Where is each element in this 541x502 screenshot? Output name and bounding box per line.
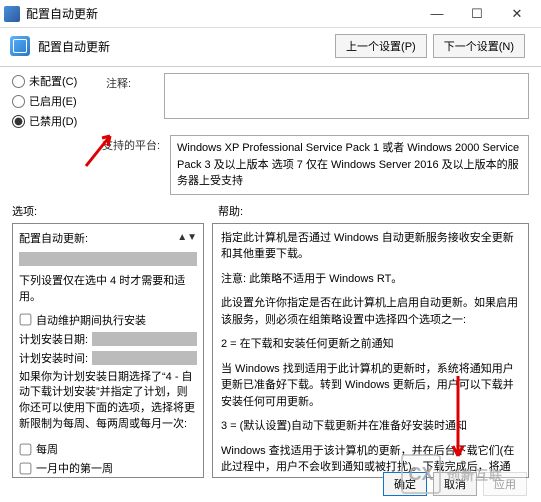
radio-disabled-input[interactable] [12,115,25,128]
maximize-button[interactable]: ☐ [457,1,497,27]
install-time-label: 计划安装时间: [19,350,88,366]
app-icon [4,6,20,22]
first-week-label: 一月中的第一周 [36,460,113,476]
install-day-dropdown[interactable] [92,332,197,346]
maintenance-label: 自动维护期间执行安装 [36,312,146,328]
radio-not-configured[interactable]: 未配置(C) [12,73,94,89]
apply-button[interactable]: 应用 [483,472,527,496]
ok-button[interactable]: 确定 [383,472,427,496]
options-long-note: 如果你为计划安装日期选择了“4 - 自动下载计划安装”并指定了计划，则你还可以使… [19,370,197,434]
maintenance-row[interactable]: 自动维护期间执行安装 [19,312,197,328]
maintenance-checkbox[interactable] [20,314,32,326]
supported-platforms: Windows XP Professional Service Pack 1 或… [170,135,529,195]
close-button[interactable]: ✕ [497,1,537,27]
first-week-row[interactable]: 一月中的第一周 [19,460,197,476]
prev-setting-button[interactable]: 上一个设置(P) [335,34,427,58]
page-title: 配置自动更新 [38,38,335,55]
options-caption: 配置自动更新: [19,230,88,246]
help-p6: 3 = (默认设置)自动下载更新并在准备好安装时通知 [221,418,520,435]
radio-enabled-input[interactable] [12,95,25,108]
minimize-button[interactable]: — [417,1,457,27]
help-p2: 注意: 此策略不适用于 Windows RT。 [221,271,520,288]
comment-label: 注释: [106,73,152,91]
radio-disabled-label: 已禁用(D) [29,113,77,129]
radio-enabled[interactable]: 已启用(E) [12,93,94,109]
radio-not-configured-input[interactable] [12,75,25,88]
help-p3: 此设置允许你指定是否在此计算机上启用自动更新。如果启用该服务，则必须在组策略设置… [221,295,520,328]
radio-not-configured-label: 未配置(C) [29,73,77,89]
weekly-checkbox[interactable] [20,443,32,455]
radio-enabled-label: 已启用(E) [29,93,77,109]
cancel-button[interactable]: 取消 [433,472,477,496]
comment-field[interactable] [164,73,529,119]
options-label: 选项: [12,203,210,219]
settings-icon [10,36,30,56]
help-label: 帮助: [218,203,243,219]
weekly-row[interactable]: 每周 [19,441,197,457]
help-p1: 指定此计算机是否通过 Windows 自动更新服务接收安全更新和其他重要下载。 [221,230,520,263]
help-p4: 2 = 在下载和安装任何更新之前通知 [221,336,520,353]
install-day-label: 计划安装日期: [19,331,88,347]
help-pane[interactable]: 指定此计算机是否通过 Windows 自动更新服务接收安全更新和其他重要下载。 … [212,223,529,478]
window-title: 配置自动更新 [26,5,417,22]
help-p5: 当 Windows 找到适用于此计算机的更新时，系统将通知用户更新已准备好下载。… [221,361,520,411]
supported-label: 支持的平台: [102,135,162,153]
options-note: 下列设置仅在选中 4 时才需要和适用。 [19,272,197,304]
chevron-up-down-icon: ▲▼ [177,232,197,243]
radio-disabled[interactable]: 已禁用(D) [12,113,94,129]
first-week-checkbox[interactable] [20,462,32,474]
install-time-dropdown[interactable] [92,351,197,365]
config-dropdown[interactable] [19,252,197,266]
next-setting-button[interactable]: 下一个设置(N) [433,34,525,58]
options-pane: 配置自动更新: ▲▼ 下列设置仅在选中 4 时才需要和适用。 自动维护期间执行安… [12,223,204,478]
weekly-label: 每周 [36,441,58,457]
